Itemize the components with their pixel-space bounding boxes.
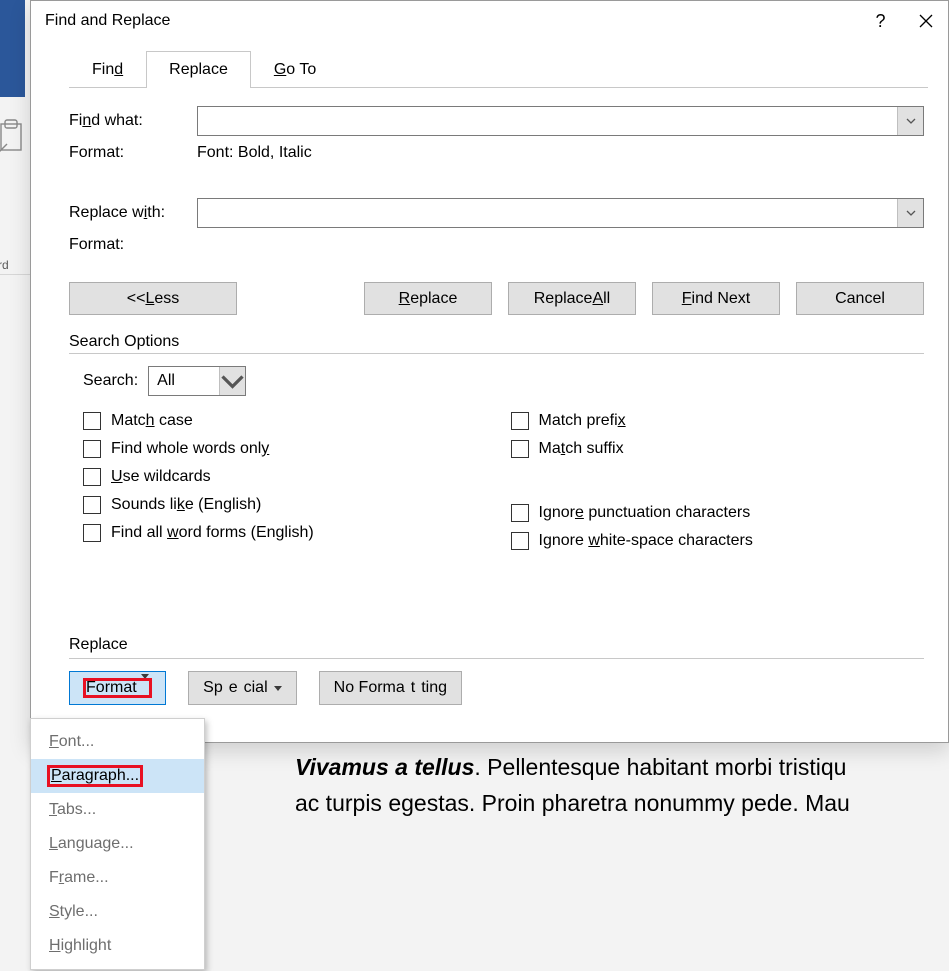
format-menu-button[interactable]: Format: [69, 671, 166, 705]
checkbox-icon: [83, 412, 101, 430]
find-what-label: Find what:: [69, 112, 197, 130]
paste-icon: [0, 116, 27, 156]
find-what-combo[interactable]: [197, 106, 924, 136]
checkbox-label: Ignore white-space characters: [539, 532, 753, 550]
search-direction-value: All: [149, 372, 219, 390]
find-format-value: Font: Bold, Italic: [197, 144, 312, 162]
checkbox-label: Sounds like (English): [111, 496, 261, 514]
no-formatting-button[interactable]: No Formatting: [319, 671, 462, 705]
close-icon: [919, 14, 933, 28]
divider: [69, 658, 924, 659]
doc-text-1: . Pellentesque habitant morbi tristiqu: [474, 754, 846, 780]
checkbox-icon: [83, 496, 101, 514]
search-direction-label: Search:: [83, 372, 138, 390]
checkbox-label: Match suffix: [539, 440, 624, 458]
tab-strip: Find Replace Go To: [69, 51, 948, 88]
checkbox-label: Match prefix: [539, 412, 626, 430]
replace-button[interactable]: Replace: [364, 282, 492, 315]
doc-bold-italic-text: Vivamus a tellus: [295, 754, 474, 780]
menu-item-frame[interactable]: Frame...: [31, 861, 204, 895]
tab-find[interactable]: Find: [69, 51, 146, 88]
word-forms-checkbox[interactable]: Find all word forms (English): [83, 524, 497, 542]
tab-goto[interactable]: Go To: [251, 51, 339, 88]
replace-with-input[interactable]: [198, 199, 897, 227]
find-what-dropdown[interactable]: [897, 107, 923, 135]
find-replace-dialog: Find and Replace ? Find Replace Go To Fi…: [30, 0, 949, 743]
replace-format-label: Format:: [69, 236, 197, 254]
chevron-down-icon: [220, 374, 245, 389]
replace-with-combo[interactable]: [197, 198, 924, 228]
divider: [69, 353, 924, 354]
help-button[interactable]: ?: [858, 5, 903, 37]
search-direction-select[interactable]: All: [148, 366, 246, 396]
doc-text-2: ac turpis egestas. Proin pharetra nonumm…: [295, 786, 949, 822]
checkbox-icon: [511, 504, 529, 522]
chevron-down-icon: [906, 118, 916, 124]
search-options-title: Search Options: [69, 333, 924, 351]
replace-all-button[interactable]: Replace All: [508, 282, 636, 315]
checkbox-label: Match case: [111, 412, 193, 430]
ignore-punct-checkbox[interactable]: Ignore punctuation characters: [511, 504, 925, 522]
whole-words-checkbox[interactable]: Find whole words only: [83, 440, 497, 458]
word-ribbon-edge: [0, 0, 25, 97]
tab-replace[interactable]: Replace: [146, 51, 251, 88]
find-format-label: Format:: [69, 144, 197, 162]
dialog-titlebar: Find and Replace ?: [31, 1, 948, 41]
match-prefix-checkbox[interactable]: Match prefix: [511, 412, 925, 430]
replace-with-label: Replace with:: [69, 204, 197, 222]
wildcards-checkbox[interactable]: Use wildcards: [83, 468, 497, 486]
menu-item-style[interactable]: Style...: [31, 895, 204, 929]
special-menu-button[interactable]: Special: [188, 671, 297, 705]
close-button[interactable]: [903, 5, 948, 37]
find-what-input[interactable]: [198, 107, 897, 135]
format-dropdown-menu: Font...Paragraph...Tabs...Language...Fra…: [30, 718, 205, 970]
menu-item-paragraph[interactable]: Paragraph...: [31, 759, 204, 793]
checkbox-icon: [511, 532, 529, 550]
checkbox-icon: [83, 468, 101, 486]
checkbox-icon: [511, 440, 529, 458]
menu-item-language[interactable]: Language...: [31, 827, 204, 861]
menu-item-font[interactable]: Font...: [31, 725, 204, 759]
checkbox-label: Ignore punctuation characters: [539, 504, 751, 522]
replace-group-title: Replace: [69, 636, 924, 654]
checkbox-icon: [83, 524, 101, 542]
document-text: Vivamus a tellus. Pellentesque habitant …: [295, 750, 949, 821]
replace-with-dropdown[interactable]: [897, 199, 923, 227]
less-button[interactable]: << Less: [69, 282, 237, 315]
ignore-whitespace-checkbox[interactable]: Ignore white-space characters: [511, 532, 925, 550]
cancel-button[interactable]: Cancel: [796, 282, 924, 315]
checkbox-label: Use wildcards: [111, 468, 211, 486]
caret-down-icon: [274, 686, 282, 691]
ribbon-group-label: board: [0, 258, 9, 272]
checkbox-icon: [83, 440, 101, 458]
find-next-button[interactable]: Find Next: [652, 282, 780, 315]
dialog-title: Find and Replace: [45, 12, 170, 30]
caret-down-icon: [141, 674, 149, 696]
checkbox-label: Find whole words only: [111, 440, 269, 458]
search-direction-dropdown[interactable]: [219, 367, 245, 395]
match-case-checkbox[interactable]: Match case: [83, 412, 497, 430]
checkbox-icon: [511, 412, 529, 430]
chevron-down-icon: [906, 210, 916, 216]
checkbox-label: Find all word forms (English): [111, 524, 314, 542]
sounds-like-checkbox[interactable]: Sounds like (English): [83, 496, 497, 514]
menu-item-tabs[interactable]: Tabs...: [31, 793, 204, 827]
match-suffix-checkbox[interactable]: Match suffix: [511, 440, 925, 458]
menu-item-highlight[interactable]: Highlight: [31, 929, 204, 963]
